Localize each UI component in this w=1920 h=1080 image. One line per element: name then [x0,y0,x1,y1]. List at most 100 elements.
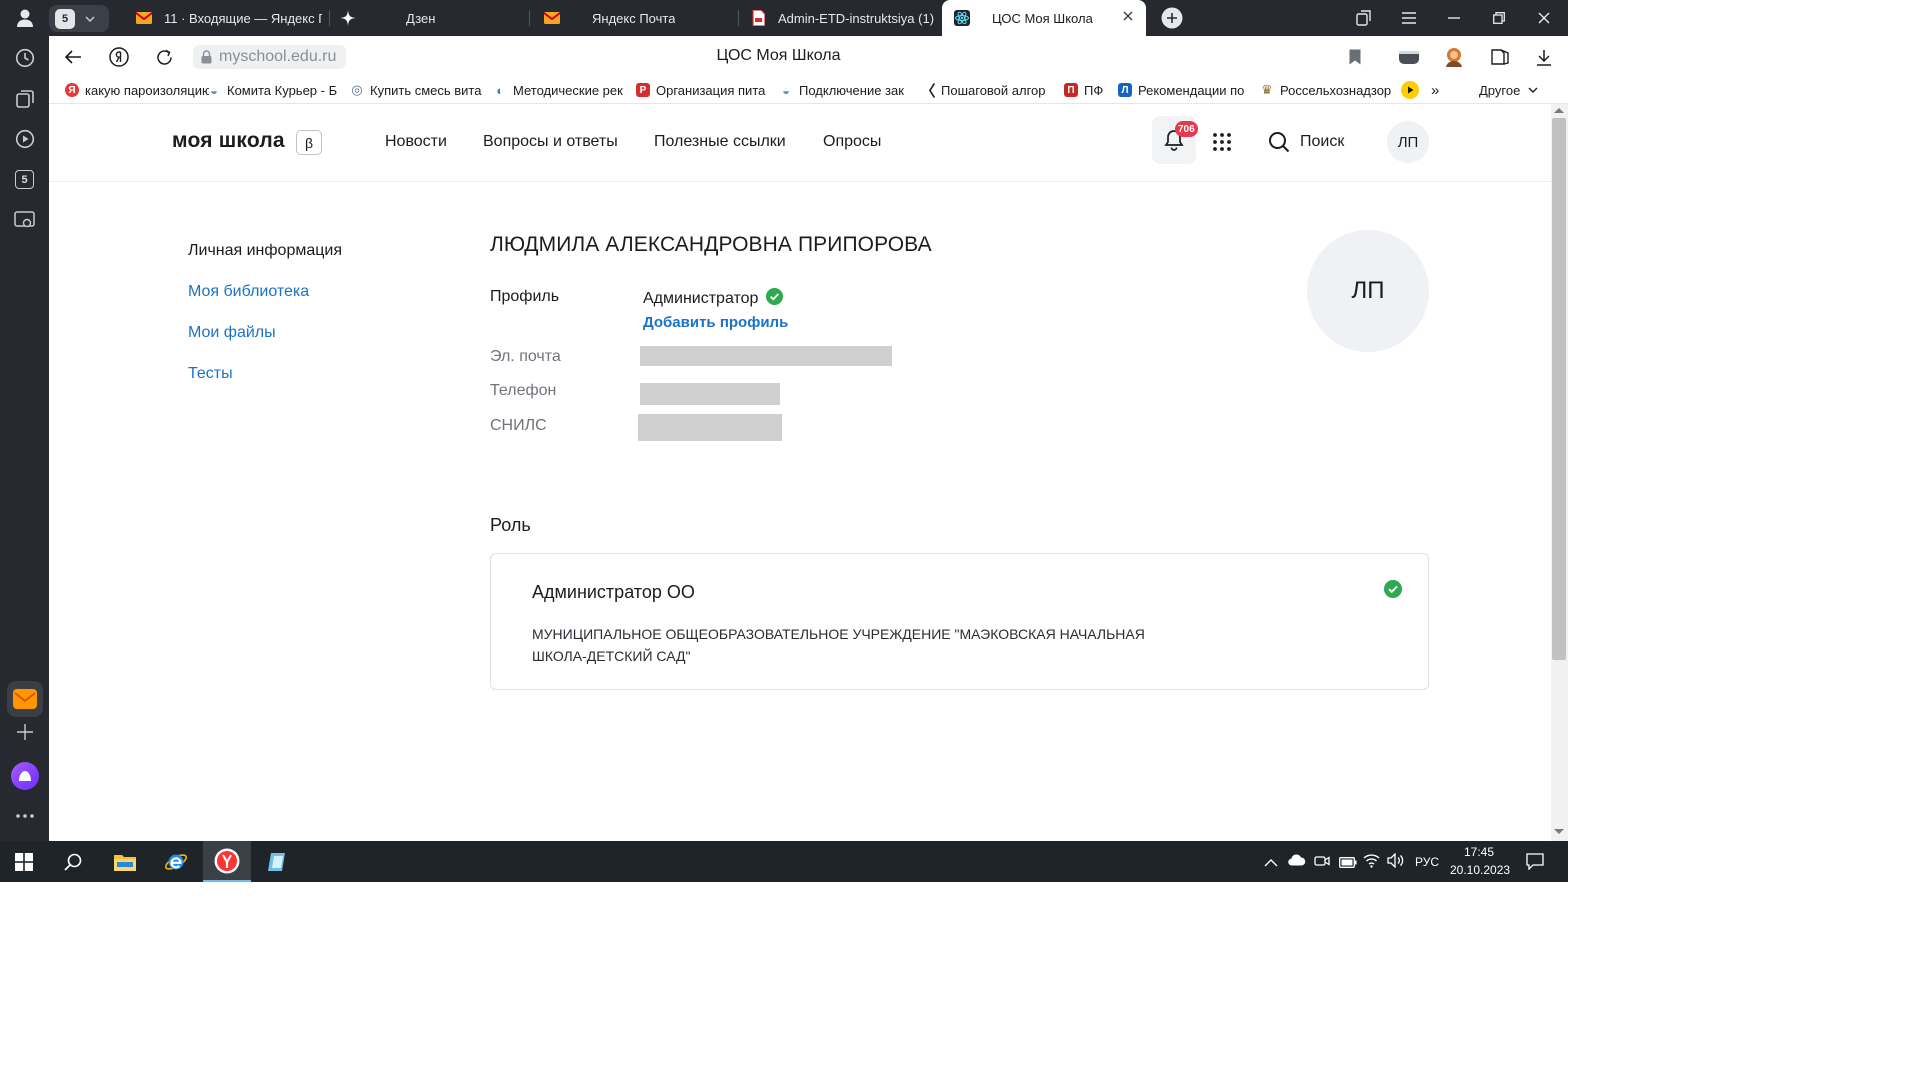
nav-faq[interactable]: Вопросы и ответы [483,133,618,151]
search-icon[interactable] [1268,131,1290,158]
notification-center-icon[interactable] [1526,853,1544,875]
address-bar: myschool.edu.ru ЦОС Моя Школа [49,36,1568,76]
bookmark-icon[interactable] [1342,44,1368,70]
site-logo[interactable]: моя школа [172,129,285,153]
bookmark-item[interactable]: ◒ Комита Курьер - Б [207,80,351,100]
screen: 5 11 · Входящие — Яндекс Почта Дзен Янде… [0,0,1568,882]
nav-useful-links[interactable]: Полезные ссылки [654,133,786,151]
video-play-icon[interactable] [8,122,41,155]
windows-taskbar: РУС 17:45 20.10.2023 [0,841,1568,882]
notes-app-icon[interactable] [254,841,302,882]
bookmark-item[interactable]: ◒ Подключение зак [779,80,923,100]
close-window-icon[interactable] [1524,0,1564,36]
site-p-icon: P [636,83,650,97]
clock-date[interactable]: 20.10.2023 [1450,863,1510,877]
scroll-up-arrow-icon[interactable] [1554,108,1564,113]
bookmark-item[interactable]: P Организация пита [636,80,780,100]
sidebar-item-personal-info[interactable]: Личная информация [188,242,342,260]
tab-group-five-icon[interactable]: 5 [8,163,41,196]
role-organization: МУНИЦИПАЛЬНОЕ ОБЩЕОБРАЗОВАТЕЛЬНОЕ УЧРЕЖД… [532,626,1145,664]
tab-group-button[interactable]: 5 [49,5,109,32]
yandex-browser-taskbar-icon[interactable] [203,841,251,882]
site-header: моя школа β Новости Вопросы и ответы Пол… [49,104,1551,182]
tab-pdf-instruction[interactable]: Admin-ETD-instruktsiya (1) [742,0,938,36]
bookmark-item[interactable]: ◐ Методические рек [493,80,637,100]
plus-icon [1161,7,1183,29]
browser-tab-strip: 5 11 · Входящие — Яндекс Почта Дзен Янде… [0,0,1568,36]
reader-icon[interactable] [1487,44,1513,70]
bookmark-item[interactable]: ♛ Россельхознадзор [1260,80,1400,100]
history-icon[interactable] [8,41,41,74]
mail-app-icon[interactable] [7,681,43,717]
tab-title: Admin-ETD-instruktsiya (1) [778,10,935,26]
bookmark-item[interactable]: ◎ Купить смесь вита [350,80,494,100]
email-value-redacted [640,346,892,366]
profile-avatar[interactable]: ЛП [1307,230,1429,352]
tab-divider [529,10,530,26]
profile-icon[interactable] [4,0,46,36]
wifi-icon[interactable] [1363,853,1380,873]
tab-divider [329,10,330,26]
battery-icon[interactable] [1339,855,1357,873]
yandex-icon: Я [65,83,79,97]
onedrive-cloud-icon[interactable] [1288,853,1306,871]
nav-news[interactable]: Новости [385,133,447,151]
pdf-icon [750,10,766,26]
page-heading: ЦОС Моя Школа [716,47,841,64]
tab-divider [738,10,739,26]
close-tab-icon[interactable] [1122,10,1134,25]
restore-icon[interactable] [1479,0,1519,36]
tray-chevron-up-icon[interactable] [1264,854,1278,872]
minimize-icon[interactable] [1434,0,1474,36]
sidebar-item-tests[interactable]: Тесты [188,365,233,383]
menu-icon[interactable] [1389,0,1429,36]
taskbar-search-icon[interactable] [49,841,97,882]
windows-start-icon[interactable] [0,841,48,882]
seal-icon: ◎ [351,82,363,97]
more-icon[interactable] [8,799,41,832]
tab-myschool[interactable]: ЦОС Моя Школа [942,0,1146,36]
internet-explorer-icon[interactable] [152,841,200,882]
phone-label: Телефон [490,382,557,399]
add-profile-link[interactable]: Добавить профиль [643,314,788,331]
input-language-indicator[interactable]: РУС [1415,855,1439,869]
check-circle-icon [1384,580,1402,603]
bookmark-item[interactable]: 〈 Пошаговой алгор [921,80,1065,100]
search-button[interactable]: Поиск [1300,133,1344,151]
scroll-down-arrow-icon[interactable] [1554,829,1564,834]
tab-dzen[interactable]: Дзен [332,0,526,36]
translate-extension-icon[interactable] [1395,44,1423,70]
bookmark-item[interactable]: П ПФ [1064,80,1103,100]
scrollbar-thumb[interactable] [1552,118,1566,660]
screenshot-icon[interactable] [8,204,41,237]
other-bookmarks[interactable]: Другое [1479,80,1538,100]
new-tab-button[interactable] [1152,0,1192,36]
volume-icon[interactable] [1387,852,1404,873]
nav-polls[interactable]: Опросы [823,133,881,151]
avatar-extension-icon[interactable] [1441,44,1467,70]
tab-yandex-mail[interactable]: Яндекс Почта [535,0,735,36]
meet-now-icon[interactable] [1314,853,1330,874]
bookmark-item[interactable]: Л Рекомендации по [1118,80,1250,100]
add-panel-icon[interactable] [8,715,41,748]
tab-title: ЦОС Моя Школа [992,10,1093,26]
user-menu-avatar[interactable]: ЛП [1387,121,1429,163]
clock-time[interactable]: 17:45 [1464,845,1494,859]
notifications-count-badge: 706 [1175,121,1198,137]
bookmarks-bar: Якакую пароизоляцию ◒ Комита Курьер - Б ◎… [49,76,1568,104]
tab-mail-inbox[interactable]: 11 · Входящие — Яндекс Почта [126,0,322,36]
file-explorer-icon[interactable] [101,841,149,882]
profile-label: Профиль [490,288,560,305]
alice-assistant-icon[interactable] [8,759,41,792]
apps-grid-icon[interactable] [1212,132,1232,157]
check-circle-icon [766,288,784,310]
download-icon[interactable] [1531,44,1557,70]
tabs-overview-icon[interactable] [1344,0,1384,36]
sidebar-item-files[interactable]: Мои файлы [188,324,276,342]
zen-bookmark-icon[interactable] [1401,80,1419,100]
chevron-right-double-icon[interactable]: » [1431,80,1439,100]
sidebar-item-library[interactable]: Моя библиотека [188,283,309,301]
bookmark-item[interactable]: Якакую пароизоляцию [65,80,209,100]
collections-icon[interactable] [8,82,41,115]
zen-icon [340,10,356,26]
